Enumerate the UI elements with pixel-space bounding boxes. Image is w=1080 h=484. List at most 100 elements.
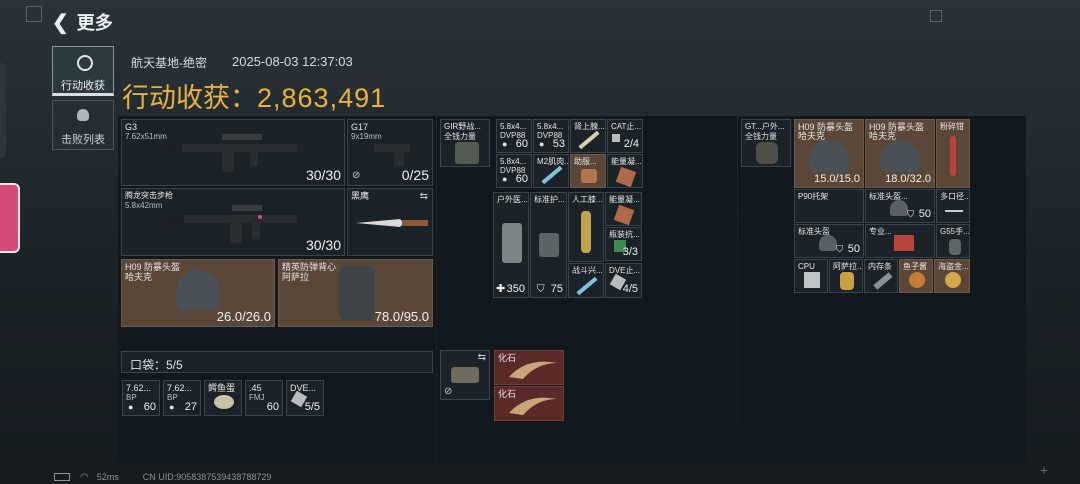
syringe-icon <box>578 130 600 150</box>
item-name: 粉碎钳 <box>940 122 964 131</box>
backpack-item-2[interactable]: 粉碎钳 <box>936 119 970 188</box>
item-count: 75 <box>550 283 563 295</box>
backpack-item-5[interactable]: 多口径... <box>936 189 970 223</box>
backpack-item-0[interactable]: H09 防暴头盔 哈夫克 15.0/15.0 <box>794 119 864 188</box>
wifi-icon: ◠ <box>80 471 89 483</box>
left-edge-panel <box>0 62 6 158</box>
weapon-slot-tenglong[interactable]: 腾龙突击步枪 5.8x42mm 30/30 <box>121 188 345 256</box>
item-count: 60 <box>266 401 279 413</box>
rig-name: GIR野战... <box>444 122 481 131</box>
left-edge-tab-icon[interactable] <box>0 183 20 253</box>
pocket-item-0[interactable]: 7.62... BP ● 60 <box>122 380 160 416</box>
backpack-item-3[interactable]: P90托架 <box>794 189 864 223</box>
pill-icon <box>581 169 597 183</box>
battery-icon <box>54 473 70 481</box>
weapon-ammo: 7.62x51mm <box>125 132 167 141</box>
pocket-item-2[interactable]: 鳄鱼蛋 <box>204 380 242 416</box>
rig-item-13[interactable]: 战斗兴... <box>568 263 604 298</box>
vest-slot[interactable]: 精英防弹背心 阿萨拉 78.0/95.0 <box>278 259 433 327</box>
ammo-dot: ● <box>539 139 545 149</box>
backpack-item-8[interactable]: G55手... <box>936 224 970 258</box>
backpack-item-10[interactable]: 阿萨拉... <box>829 259 863 293</box>
rig-item-14[interactable]: DVE止... 4/5 <box>605 263 642 298</box>
rifle-icon <box>162 205 297 243</box>
rig-item-10[interactable]: 人工膝... <box>568 192 604 262</box>
top-left-checkbox[interactable] <box>26 6 42 22</box>
gear-sub: 阿萨拉 <box>282 272 310 282</box>
rig-item-5[interactable]: M2肌肉... <box>533 154 569 188</box>
status-bar: ◠ 52ms CN UID:9058387539438788729 <box>54 471 271 483</box>
item-count: 60 <box>515 173 528 185</box>
backpack-item-9[interactable]: CPU <box>794 259 828 293</box>
item-name: 鱼子酱 <box>903 262 927 271</box>
swap-icon[interactable]: ⇆ <box>478 352 486 363</box>
backpack-item-7[interactable]: 专业... <box>865 224 935 258</box>
backpack-item-13[interactable]: 海盗金... <box>934 259 970 293</box>
item-sub: FMJ <box>249 393 265 402</box>
item-count: 5/5 <box>304 401 320 413</box>
secure-item-1[interactable]: 化石 <box>494 386 564 421</box>
weapon-ammo-count: 0/25 <box>401 167 429 183</box>
pocket-label: 口袋：5/5 <box>130 358 183 372</box>
pistol-icon <box>374 144 410 166</box>
item-name: 海盗金... <box>938 262 969 271</box>
tourniquet-icon <box>612 134 620 142</box>
backpack-item-6[interactable]: 标准头盔 ⛉ 50 <box>794 224 864 258</box>
back-button[interactable]: ❮ 更多 <box>52 9 113 35</box>
gear-durability: 78.0/95.0 <box>374 309 429 324</box>
swap-icon[interactable]: ⇆ <box>420 191 428 202</box>
rig-item-0[interactable]: 5.8x4... DVP88 ● 60 <box>496 119 532 153</box>
top-right-frame <box>930 10 942 22</box>
helmet-slot[interactable]: H09 防暴头盔 哈夫克 26.0/26.0 <box>121 259 275 327</box>
rig-item-1[interactable]: 5.8x4... DVP88 ● 53 <box>533 119 569 153</box>
rig-item-4[interactable]: 5.8x4... DVP88 ● 60 <box>496 154 532 188</box>
pocket-item-1[interactable]: 7.62... BP ● 27 <box>163 380 201 416</box>
egg-icon <box>214 395 234 409</box>
backpack-item-12[interactable]: 鱼子酱 <box>899 259 933 293</box>
weapon-slot-g17[interactable]: G17 9x19mm ⊘ 0/25 <box>347 119 433 186</box>
item-name: CPU <box>798 262 815 271</box>
backpack-item-11[interactable]: 内存条 <box>864 259 898 293</box>
backpack-item-4[interactable]: 标准头盔... ⛉ 50 <box>865 189 935 223</box>
item-sub: 哈夫克 <box>869 131 897 141</box>
helmet-icon <box>890 200 908 216</box>
rig-item-9[interactable]: 标准护... ⛉ 75 <box>530 192 567 298</box>
item-name: 鳄鱼蛋 <box>208 383 236 393</box>
item-name: DVE止... <box>609 266 641 275</box>
item-name: 阿萨拉... <box>833 262 863 271</box>
weapon-slot-g3[interactable]: G3 7.62x51mm 30/30 <box>121 119 345 186</box>
helmet-icon <box>809 140 849 172</box>
rig-item-6[interactable]: 助服... <box>570 154 606 188</box>
dash-icon <box>945 210 963 212</box>
no-ammo-icon: ⊘ <box>444 386 453 397</box>
tab-action-harvest[interactable]: 行动收获 <box>52 46 114 96</box>
rig-slot[interactable]: GIR野战... 全钱力量 <box>440 119 490 167</box>
harvest-total: 行动收获：2,863,491 <box>122 76 386 115</box>
rig-item-7[interactable]: 能量凝... <box>607 154 643 188</box>
backpack-item-1[interactable]: H09 防暴头盔 哈夫克 18.0/32.0 <box>865 119 935 188</box>
item-name: 人工膝... <box>572 195 603 204</box>
fossil-claw-icon <box>509 397 557 415</box>
corner-plus-icon: + <box>1040 462 1049 478</box>
melee-slot-heiying[interactable]: 黑鹰 ⇆ <box>347 188 433 256</box>
shield-icon: ⛉ <box>836 244 843 254</box>
rig-item-11[interactable]: 能量凝... <box>605 192 642 226</box>
backpack-slot[interactable]: GT...户外... 全钱力量 <box>741 119 791 167</box>
item-name: DVE... <box>290 383 317 393</box>
backpack-icon <box>756 142 778 164</box>
cpu-icon <box>804 272 820 288</box>
rig-item-8[interactable]: 户外医... ✚ 350 <box>493 192 529 298</box>
skull-icon <box>77 109 89 121</box>
item-count: 50 <box>847 243 860 255</box>
rig-item-12[interactable]: 瓶装抗... 3/3 <box>605 227 642 261</box>
pocket-header: 口袋：5/5 <box>121 351 433 373</box>
weapon-ammo: 5.8x42mm <box>125 201 163 210</box>
pocket-item-4[interactable]: DVE... 5/5 <box>286 380 324 416</box>
rig-item-3[interactable]: CAT止... 2/4 <box>607 119 643 153</box>
secure-item-0[interactable]: 化石 <box>494 350 564 385</box>
secure-container-slot[interactable]: ⇆ ⊘ <box>440 350 490 400</box>
pocket-item-3[interactable]: .45 FMJ 60 <box>245 380 283 416</box>
tab-kill-list[interactable]: 击败列表 <box>52 100 114 150</box>
rig-item-2[interactable]: 肾上腺... <box>570 119 606 153</box>
rig-icon <box>455 142 479 164</box>
